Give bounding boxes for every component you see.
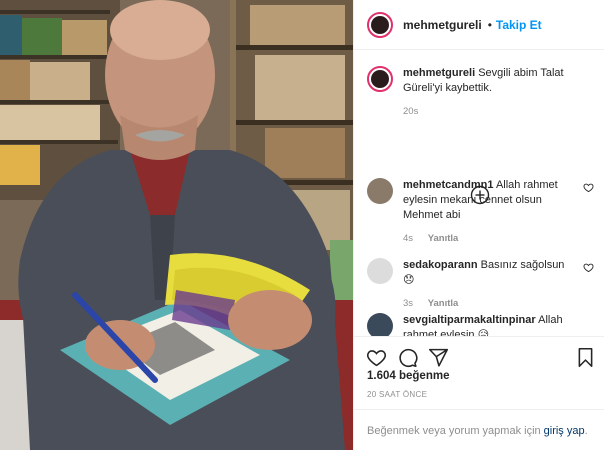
comment-item: sevgialtiparmakaltinpinar Allah rahmet e…: [367, 313, 592, 336]
caption: mehmetgureli Sevgili abim Talat Güreli'y…: [367, 66, 592, 117]
instagram-post: mehmetgureli • Takip Et mehmetgureli Sev…: [0, 0, 604, 450]
comment-meta: 4s Yanıtla: [403, 233, 578, 244]
commenter-avatar[interactable]: [367, 178, 393, 204]
caption-body: mehmetgureli Sevgili abim Talat Güreli'y…: [403, 66, 592, 96]
comments-list[interactable]: mehmetgureli Sevgili abim Talat Güreli'y…: [354, 50, 604, 336]
comment-icon[interactable]: [397, 347, 418, 368]
likes-count[interactable]: 1.604 beğenme: [367, 370, 449, 382]
post-time-ago[interactable]: 20 SAAT ÖNCE: [367, 390, 427, 399]
comment-item: sedakoparann Basınız sağolsun 😞 3s Yanıt…: [367, 258, 594, 309]
login-prompt-text: Beğenmek veya yorum yapmak için: [367, 424, 541, 437]
photo-illustration: [0, 0, 353, 450]
share-icon[interactable]: [428, 347, 449, 368]
comment-item: mehmetcandmn1 Allah rahmet eylesin mekan…: [367, 178, 594, 244]
follow-button[interactable]: Takip Et: [496, 18, 542, 32]
comment-body: mehmetcandmn1 Allah rahmet eylesin mekan…: [403, 178, 578, 223]
comment-time[interactable]: 4s: [403, 233, 413, 244]
comment-username[interactable]: mehmetcandmn1: [403, 179, 493, 191]
bookmark-button[interactable]: [576, 347, 595, 368]
post-header: mehmetgureli • Takip Et: [354, 0, 604, 50]
login-prompt: Beğenmek veya yorum yapmak için giriş ya…: [354, 409, 604, 451]
caption-avatar[interactable]: [367, 66, 393, 92]
comment-meta: 3s Yanıtla: [403, 298, 578, 309]
caption-time[interactable]: 20s: [403, 106, 418, 117]
comment-like-icon[interactable]: [583, 262, 594, 273]
commenter-avatar[interactable]: [367, 313, 393, 336]
header-username[interactable]: mehmetgureli: [403, 18, 482, 32]
comment-time[interactable]: 3s: [403, 298, 413, 309]
post-photo[interactable]: [0, 0, 353, 450]
separator-dot: •: [487, 17, 492, 32]
login-link[interactable]: giriş yap: [544, 425, 585, 437]
avatar[interactable]: [367, 11, 393, 38]
bookmark-icon[interactable]: [576, 347, 595, 368]
post-actions: 1.604 beğenme 20 SAAT ÖNCE Beğenmek veya…: [354, 336, 604, 450]
commenter-avatar[interactable]: [367, 258, 393, 284]
action-icons: [366, 347, 449, 369]
caption-meta: 20s: [403, 106, 592, 117]
caption-username[interactable]: mehmetgureli: [403, 67, 475, 79]
comment-body: sevgialtiparmakaltinpinar Allah rahmet e…: [403, 313, 578, 336]
comment-username[interactable]: sedakoparann: [403, 259, 478, 271]
reply-button[interactable]: Yanıtla: [428, 233, 459, 244]
reply-button[interactable]: Yanıtla: [428, 298, 459, 309]
heart-icon[interactable]: [366, 347, 387, 368]
comment-like-icon[interactable]: [583, 182, 594, 193]
login-prompt-end: .: [584, 424, 588, 437]
comment-username[interactable]: sevgialtiparmakaltinpinar: [403, 314, 536, 326]
comment-body: sedakoparann Basınız sağolsun 😞: [403, 258, 578, 288]
post-side-panel: mehmetgureli • Takip Et mehmetgureli Sev…: [353, 0, 604, 450]
